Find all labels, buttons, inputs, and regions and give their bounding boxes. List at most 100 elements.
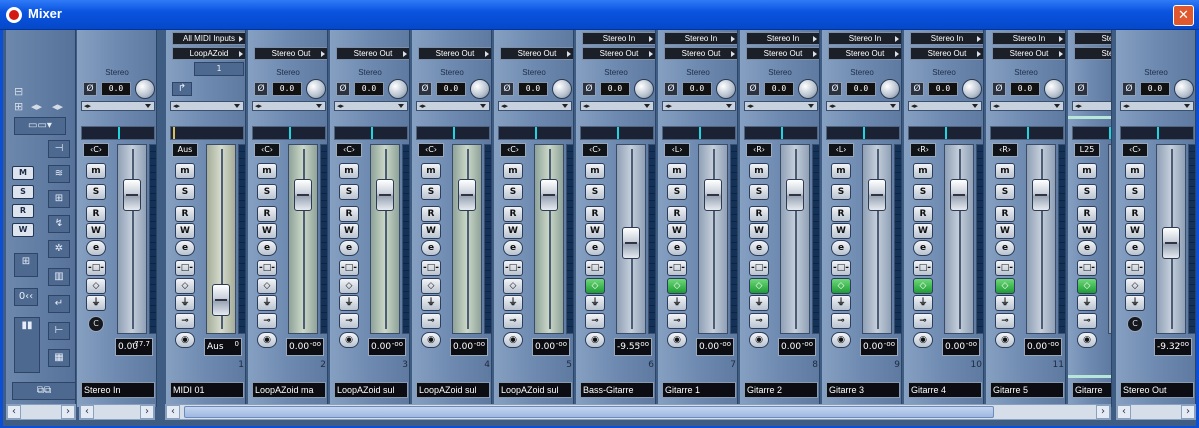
- phase-icon[interactable]: Ø: [746, 82, 760, 96]
- fader-handle[interactable]: [704, 179, 722, 211]
- channel-name[interactable]: Gitarre 5: [990, 382, 1064, 398]
- eq-bypass-button[interactable]: ⏚: [339, 295, 359, 311]
- send-icon[interactable]: ⊸: [503, 313, 523, 329]
- mute-button[interactable]: m: [257, 163, 277, 179]
- insert-bypass-button[interactable]: -□-: [995, 260, 1015, 276]
- read-button[interactable]: R: [86, 206, 106, 222]
- pan-display[interactable]: ‹C›: [582, 143, 608, 157]
- phase-icon[interactable]: Ø: [910, 82, 924, 96]
- solo-button[interactable]: S: [1125, 184, 1145, 200]
- left-scrollbar[interactable]: ‹ ›: [6, 404, 76, 420]
- fader-handle[interactable]: [950, 179, 968, 211]
- edit-button[interactable]: e: [257, 240, 277, 256]
- input-gain-knob[interactable]: [962, 79, 982, 99]
- output-scrollbar[interactable]: ‹ ›: [1116, 404, 1196, 420]
- input-routing[interactable]: Stereo In: [992, 32, 1065, 45]
- insert-bypass-button[interactable]: -□-: [1077, 260, 1097, 276]
- scroll-right-button[interactable]: ›: [1181, 405, 1195, 419]
- send-icon[interactable]: ⊸: [585, 313, 605, 329]
- phase-icon[interactable]: Ø: [1122, 82, 1136, 96]
- phase-icon[interactable]: Ø: [418, 82, 432, 96]
- global-mute-button[interactable]: M: [12, 166, 34, 180]
- pan-selector[interactable]: ◂▸: [826, 101, 900, 111]
- fader-handle[interactable]: [622, 227, 640, 259]
- channel-settings-button[interactable]: C: [1127, 316, 1143, 332]
- listen-button[interactable]: ◉: [831, 332, 851, 348]
- phase-icon[interactable]: Ø: [582, 82, 596, 96]
- scroll-thumb[interactable]: [184, 406, 994, 418]
- monitor-button[interactable]: ◇: [503, 278, 523, 294]
- mute-button[interactable]: m: [995, 163, 1015, 179]
- solo-button[interactable]: S: [667, 184, 687, 200]
- pan-selector[interactable]: ◂▸: [334, 101, 408, 111]
- input-routing[interactable]: Stereo In: [746, 32, 819, 45]
- mute-button[interactable]: m: [831, 163, 851, 179]
- write-button[interactable]: W: [175, 223, 195, 239]
- input-routing[interactable]: Stereo In: [582, 32, 655, 45]
- channel-name[interactable]: Gitarre 4: [908, 382, 982, 398]
- listen-button[interactable]: ◉: [749, 332, 769, 348]
- input-scrollbar[interactable]: ‹ ›: [79, 404, 155, 420]
- input-gain-knob[interactable]: [470, 79, 490, 99]
- mute-button[interactable]: m: [667, 163, 687, 179]
- send-icon[interactable]: ⊸: [995, 313, 1015, 329]
- edit-button[interactable]: e: [913, 240, 933, 256]
- edit-button[interactable]: e: [421, 240, 441, 256]
- mute-button[interactable]: m: [1077, 163, 1097, 179]
- output-routing[interactable]: Stereo Out: [582, 47, 655, 60]
- piano-icon[interactable]: ▥: [48, 268, 70, 286]
- eq-bypass-button[interactable]: ⏚: [995, 295, 1015, 311]
- channel-scrollbar[interactable]: ‹ ›: [165, 404, 1111, 420]
- insert-bypass-button[interactable]: -□-: [86, 260, 106, 276]
- write-button[interactable]: W: [667, 223, 687, 239]
- listen-button[interactable]: ◉: [339, 332, 359, 348]
- scroll-right-button[interactable]: ›: [1096, 405, 1110, 419]
- midi-thru-icon[interactable]: ↱: [172, 82, 192, 96]
- pan-display[interactable]: ‹R›: [992, 143, 1018, 157]
- output-routing[interactable]: Stereo Out: [500, 47, 573, 60]
- pan-selector[interactable]: ◂▸: [81, 101, 155, 111]
- input-gain-knob[interactable]: [135, 79, 155, 99]
- input-gain-knob[interactable]: [1044, 79, 1064, 99]
- mute-button[interactable]: m: [1125, 163, 1145, 179]
- pan-display[interactable]: ‹R›: [910, 143, 936, 157]
- eq-bypass-button[interactable]: ⏚: [175, 295, 195, 311]
- pan-selector[interactable]: ◂▸: [416, 101, 490, 111]
- pan-display[interactable]: ‹C›: [336, 143, 362, 157]
- write-button[interactable]: W: [86, 223, 106, 239]
- output-routing[interactable]: Stereo Out: [910, 47, 983, 60]
- edit-button[interactable]: e: [339, 240, 359, 256]
- global-write-button[interactable]: W: [12, 223, 34, 237]
- vst-icon[interactable]: ✲: [48, 240, 70, 258]
- arrows-icon[interactable]: ◂▸: [31, 100, 42, 113]
- group-icon[interactable]: ⊞: [48, 190, 70, 208]
- pan-display[interactable]: ‹C›: [1122, 143, 1148, 157]
- edit-button[interactable]: e: [1125, 240, 1145, 256]
- eq-bypass-button[interactable]: ⏚: [585, 295, 605, 311]
- scroll-left-button[interactable]: ‹: [7, 405, 21, 419]
- input-routing[interactable]: Stereo In: [664, 32, 737, 45]
- send-icon[interactable]: ⊸: [339, 313, 359, 329]
- fader-handle[interactable]: [458, 179, 476, 211]
- solo-button[interactable]: S: [831, 184, 851, 200]
- write-button[interactable]: W: [995, 223, 1015, 239]
- edit-button[interactable]: e: [1077, 240, 1097, 256]
- send-icon[interactable]: ⊸: [175, 313, 195, 329]
- read-button[interactable]: R: [339, 206, 359, 222]
- send-icon[interactable]: ⊸: [257, 313, 277, 329]
- read-button[interactable]: R: [421, 206, 441, 222]
- solo-button[interactable]: S: [585, 184, 605, 200]
- eq-bypass-button[interactable]: ⏚: [667, 295, 687, 311]
- output-icon[interactable]: ⊢: [48, 322, 70, 340]
- fader-handle[interactable]: [212, 284, 230, 316]
- channel-name[interactable]: LoopAZoid sul: [416, 382, 490, 398]
- insert-bypass-button[interactable]: -□-: [339, 260, 359, 276]
- view-selector[interactable]: ⧉⧉: [12, 382, 76, 400]
- pan-display[interactable]: ‹C›: [254, 143, 280, 157]
- edit-button[interactable]: e: [995, 240, 1015, 256]
- pan-selector[interactable]: ◂▸: [908, 101, 982, 111]
- eq-bypass-button[interactable]: ⏚: [1125, 295, 1145, 311]
- monitor-button[interactable]: ◇: [995, 278, 1015, 294]
- channel-name[interactable]: Stereo In: [81, 382, 155, 398]
- midi-channel-select[interactable]: 1: [194, 62, 244, 76]
